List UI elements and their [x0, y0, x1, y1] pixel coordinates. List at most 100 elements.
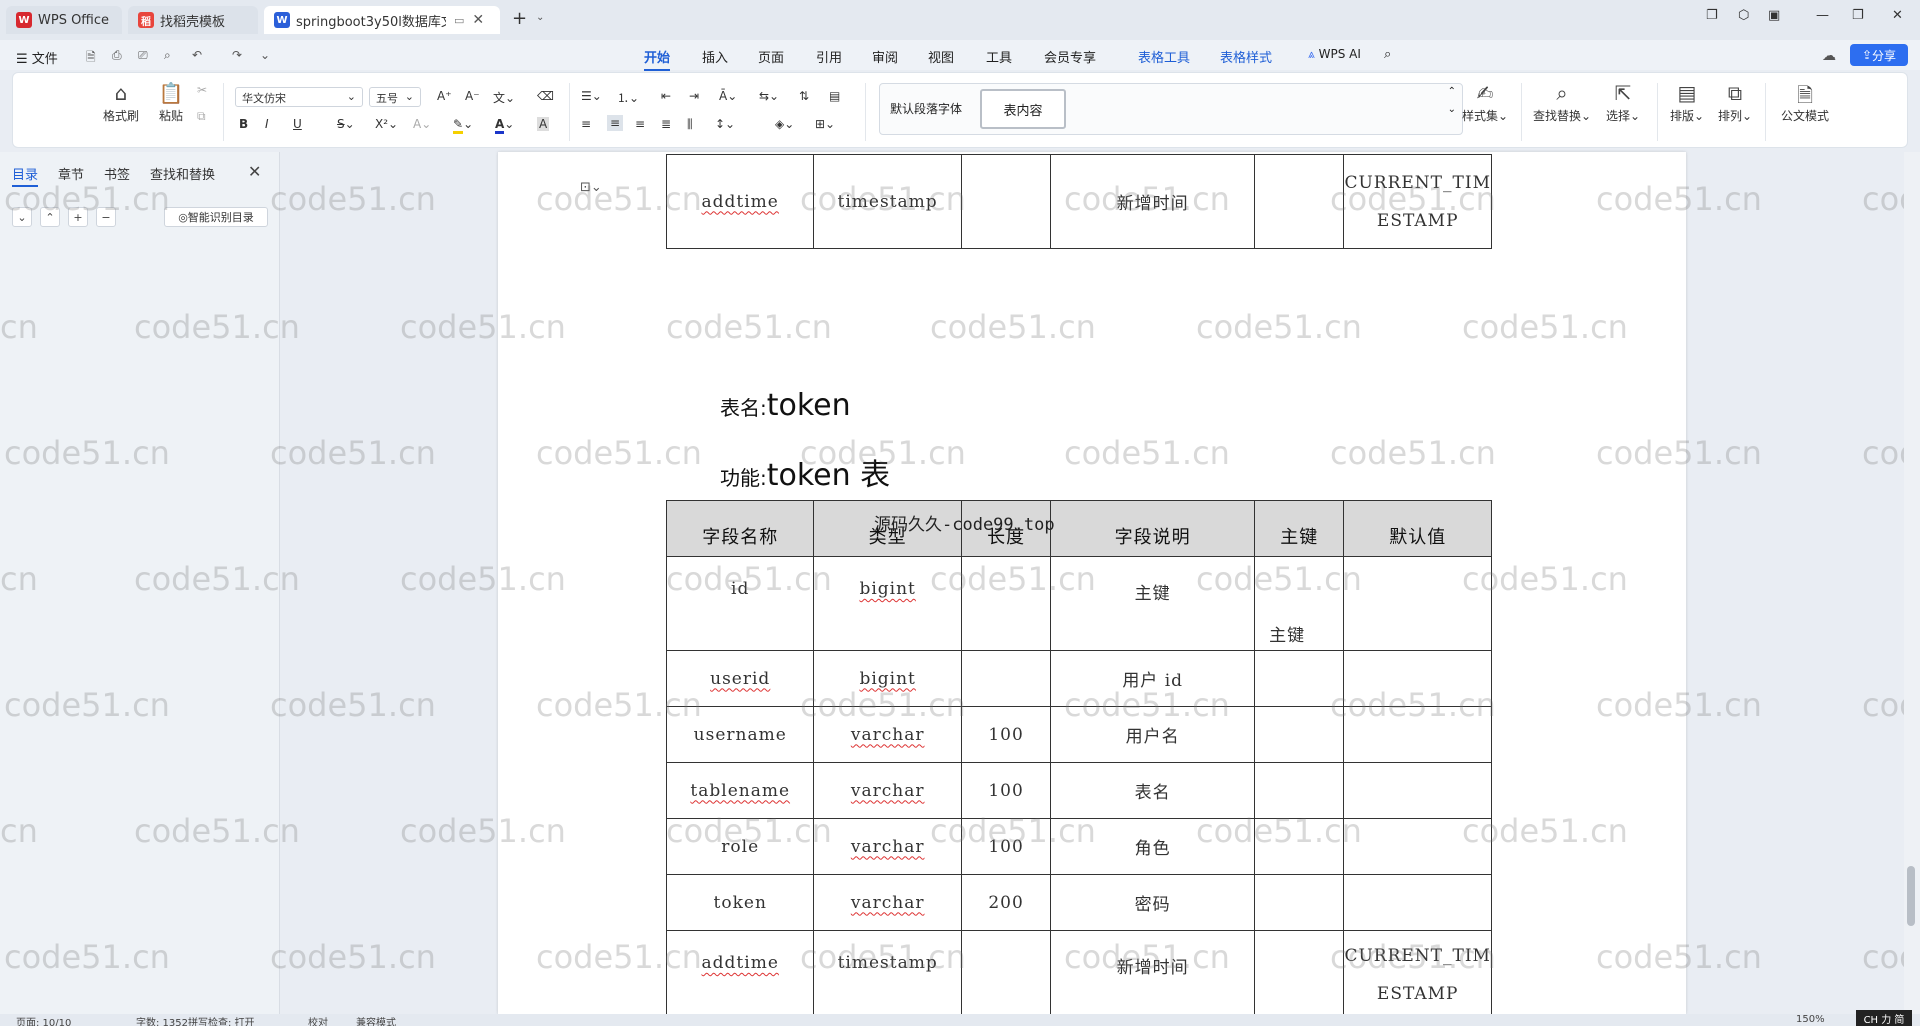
cell-pk[interactable]	[1254, 874, 1345, 931]
cell-field[interactable]: tablename	[665, 762, 815, 819]
status-spell[interactable]: 拼写检查: 打开	[188, 1014, 255, 1026]
status-zoom[interactable]: 150%	[1796, 1014, 1825, 1025]
cell-type[interactable]: bigint	[813, 650, 962, 707]
superscript-icon[interactable]: X²⌄	[375, 117, 398, 131]
close-window-icon[interactable]: ✕	[1892, 8, 1903, 23]
official-mode-button[interactable]: 🗎 公文模式	[1773, 81, 1837, 124]
menu-table-style[interactable]: 表格样式	[1220, 47, 1272, 66]
highlight-icon[interactable]: ✎⌄	[453, 117, 473, 134]
tab-document[interactable]: W springboot3y50l数据库文档 ▭ ✕	[264, 6, 500, 34]
header-field[interactable]: 字段名称	[665, 500, 815, 557]
cell-pk[interactable]	[1254, 762, 1345, 819]
cell-desc[interactable]: 用户名	[1050, 706, 1256, 763]
phonetic-icon[interactable]: 文⌄	[493, 89, 515, 106]
menu-start[interactable]: 开始	[644, 47, 671, 71]
italic-button[interactable]: I	[265, 117, 269, 131]
numbered-list-icon[interactable]: ⒈⌄	[617, 89, 639, 106]
cell-default[interactable]: CURRENT_TIM ESTAMP	[1343, 154, 1492, 249]
grow-font-icon[interactable]: A⁺	[437, 89, 452, 103]
cell-length[interactable]	[960, 650, 1052, 707]
cell-pk[interactable]: 主键	[1254, 556, 1345, 651]
align-center-icon[interactable]: ≡	[607, 115, 624, 131]
font-color-icon[interactable]: A⌄	[495, 117, 514, 134]
justify-icon[interactable]: ≣	[661, 117, 671, 131]
header-pk[interactable]: 主键	[1254, 500, 1345, 557]
show-marks-icon[interactable]: ▤	[829, 89, 840, 103]
format-painter-button[interactable]: ⌂ 格式刷	[99, 81, 143, 124]
monitor-icon[interactable]: ▭	[454, 14, 464, 27]
align-left-icon[interactable]: ≡	[581, 117, 591, 131]
scrollbar-thumb[interactable]	[1907, 866, 1915, 926]
bold-button[interactable]: B	[239, 117, 248, 131]
cell-field[interactable]: addtime	[665, 930, 815, 1014]
select-button[interactable]: ⇱ 选择⌄	[1601, 81, 1645, 124]
undo-icon[interactable]: ↶	[192, 48, 202, 62]
cell-desc[interactable]: 新增时间	[1050, 154, 1256, 249]
cell-type[interactable]: varchar	[813, 706, 962, 763]
remove-heading-icon[interactable]: −	[96, 207, 116, 227]
tab-template[interactable]: 稻 找稻壳模板	[128, 6, 258, 34]
arrange-button[interactable]: ⧉ 排列⌄	[1713, 81, 1757, 124]
text-direction-icon[interactable]: Ā⌄	[719, 89, 737, 103]
cell-type[interactable]: varchar	[813, 874, 962, 931]
nav-tab-bookmark[interactable]: 书签	[104, 164, 130, 183]
header-default[interactable]: 默认值	[1343, 500, 1492, 557]
paste-button[interactable]: 📋 粘贴	[149, 81, 193, 124]
cell-length[interactable]	[960, 930, 1052, 1014]
cell-field[interactable]: role	[665, 818, 815, 875]
smart-toc-button[interactable]: ◎ 智能识别目录	[164, 207, 268, 227]
restore-icon[interactable]: ❐	[1852, 8, 1864, 23]
cell-desc[interactable]: 主键	[1050, 556, 1256, 651]
print-icon[interactable]: ⎚	[138, 48, 148, 63]
style-default[interactable]: 默认段落字体	[890, 100, 962, 117]
cloud-upload-icon[interactable]: ☁	[1822, 48, 1836, 64]
scroll-up-icon[interactable]: ⌃	[1448, 86, 1456, 97]
nav-tab-find-replace[interactable]: 查找和替换	[150, 164, 215, 183]
align-right-icon[interactable]: ≡	[635, 117, 645, 131]
cell-length[interactable]: 100	[960, 818, 1052, 875]
copy-icon[interactable]: ⧉	[197, 109, 206, 124]
header-desc[interactable]: 字段说明	[1050, 500, 1256, 557]
status-proof[interactable]: 校对	[308, 1014, 328, 1026]
cell-type[interactable]: bigint	[813, 556, 962, 651]
cell-desc[interactable]: 新增时间	[1050, 930, 1256, 1014]
strikethrough-icon[interactable]: S̶⌄	[337, 117, 355, 131]
cell-length[interactable]	[960, 556, 1052, 651]
cell-default[interactable]	[1343, 556, 1492, 651]
status-page[interactable]: 页面: 10/10	[16, 1014, 71, 1026]
cell-length[interactable]: 200	[960, 874, 1052, 931]
window-layout-icon[interactable]: ❐	[1706, 8, 1718, 23]
cell-pk[interactable]	[1254, 818, 1345, 875]
cell-default[interactable]: CURRENT_TIM ESTAMP	[1343, 930, 1492, 1014]
cell-field[interactable]: id	[665, 556, 815, 651]
scroll-down-icon[interactable]: ⌄	[1448, 104, 1456, 115]
cell-field[interactable]: token	[665, 874, 815, 931]
minimize-icon[interactable]: —	[1816, 8, 1829, 23]
font-size-select[interactable]: 五号 ⌄	[369, 87, 421, 107]
underline-button[interactable]: U	[293, 117, 302, 131]
find-replace-button[interactable]: ⌕ 查找替换⌄	[1531, 81, 1593, 124]
file-menu[interactable]: ☰ 文件	[16, 48, 58, 67]
change-case-icon[interactable]: ⇆⌄	[759, 89, 779, 103]
close-tab-icon[interactable]: ✕	[472, 12, 484, 28]
cell-type[interactable]: varchar	[813, 762, 962, 819]
distribute-icon[interactable]: ⫼	[687, 117, 693, 132]
new-tab-icon[interactable]: +	[512, 8, 527, 29]
export-icon[interactable]: ⎙	[112, 48, 122, 63]
text-effect-icon[interactable]: A⌄	[413, 117, 431, 131]
close-pane-icon[interactable]: ✕	[248, 162, 261, 181]
increase-indent-icon[interactable]: ⇥	[689, 89, 699, 103]
cell-field[interactable]: userid	[665, 650, 815, 707]
cell-length[interactable]: 100	[960, 762, 1052, 819]
redo-icon[interactable]: ↷	[232, 48, 242, 62]
more-chevron-icon[interactable]: ⌄	[260, 48, 270, 62]
cell-desc[interactable]: 表名	[1050, 762, 1256, 819]
document-page[interactable]: ⊡⌄ addtime timestamp 新增时间 CURRENT_TIM EST…	[498, 152, 1686, 1014]
cell-field[interactable]: username	[665, 706, 815, 763]
collapse-down-icon[interactable]: ⌄	[12, 207, 32, 227]
share-button[interactable]: ⇪ 分享	[1850, 44, 1908, 66]
font-name-select[interactable]: 华文仿宋 ⌄	[235, 87, 363, 107]
add-heading-icon[interactable]: +	[68, 207, 88, 227]
search-icon[interactable]: ⌕	[1384, 47, 1391, 62]
ime-indicator[interactable]: CH 力 简	[1856, 1010, 1912, 1026]
